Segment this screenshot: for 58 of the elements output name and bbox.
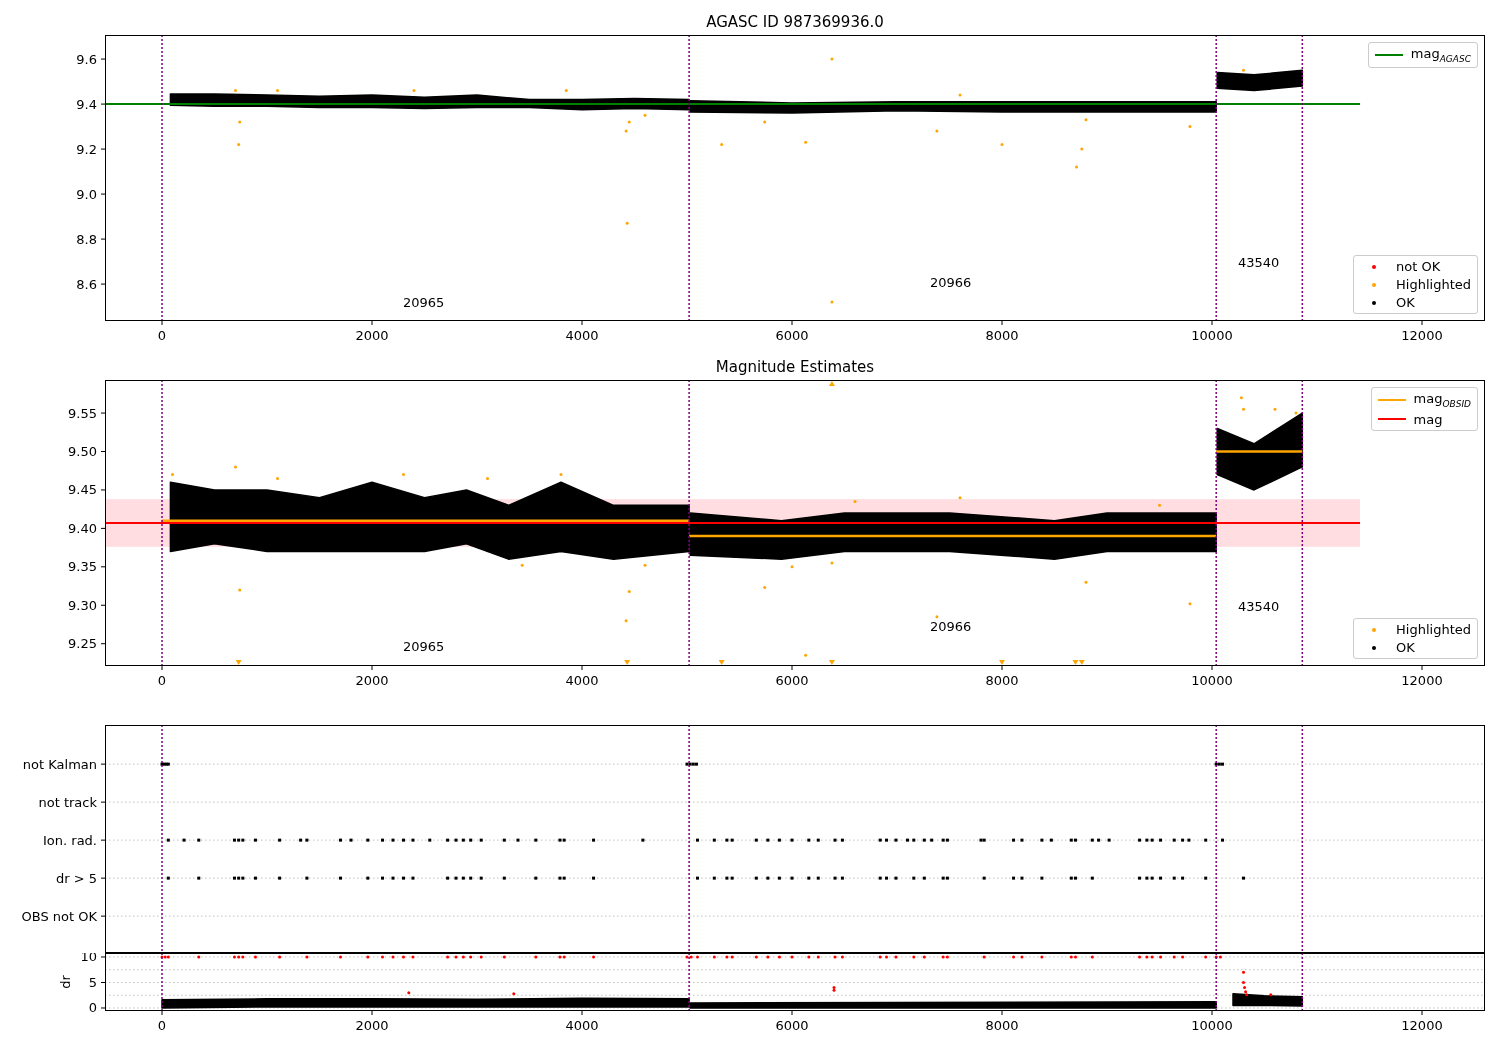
tick-label: 9.45 bbox=[68, 482, 97, 498]
legend-label: OK bbox=[1396, 640, 1415, 655]
tick-label: 12000 bbox=[1401, 673, 1443, 688]
tick-label: 9.35 bbox=[68, 559, 97, 575]
tick-label: 9.0 bbox=[76, 186, 97, 202]
segment-label: 20966 bbox=[930, 619, 972, 635]
tick-label: 4000 bbox=[565, 328, 599, 343]
tick-label: 9.2 bbox=[76, 141, 97, 157]
tick-label: 8000 bbox=[985, 328, 1019, 343]
tick-label: 10000 bbox=[1191, 1018, 1233, 1033]
tick-label: 2000 bbox=[355, 673, 389, 688]
tick-label: 6000 bbox=[775, 328, 809, 343]
tick-label: 9.30 bbox=[68, 597, 97, 613]
tick-label: 9.50 bbox=[68, 444, 97, 459]
chart-title: AGASC ID 987369936.0 bbox=[706, 13, 884, 31]
tick-label: 12000 bbox=[1401, 328, 1443, 343]
tick-label: 5 bbox=[88, 975, 97, 990]
axis-label: dr bbox=[58, 975, 73, 989]
tick-label: 9.4 bbox=[76, 96, 97, 112]
tick-label: 9.6 bbox=[76, 51, 97, 67]
segment-label: 20965 bbox=[403, 639, 445, 655]
tick-label: 9.40 bbox=[68, 520, 97, 536]
legend-label: not OK bbox=[1396, 259, 1441, 274]
tick-label: 8000 bbox=[985, 673, 1019, 688]
tick-label: 2000 bbox=[355, 1018, 389, 1033]
tick-label: 10000 bbox=[1191, 673, 1233, 688]
legend-label: Highlighted bbox=[1396, 277, 1471, 292]
segment-label: 20965 bbox=[403, 294, 445, 310]
tick-label: 0 bbox=[157, 1018, 167, 1033]
tick-label: 10000 bbox=[1191, 328, 1233, 343]
tick-label: 6000 bbox=[775, 1018, 809, 1033]
legend-label: OK bbox=[1396, 295, 1415, 310]
tick-label: 8.8 bbox=[76, 231, 97, 247]
tick-label: 8000 bbox=[985, 1018, 1019, 1033]
tick-label: 9.25 bbox=[68, 636, 97, 652]
legend-label: mag bbox=[1413, 411, 1443, 427]
tick-label: dr > 5 bbox=[55, 870, 97, 886]
tick-label: not track bbox=[38, 794, 97, 810]
legend-label: mag$_{AGASC}$ bbox=[1410, 46, 1471, 64]
tick-label: 8.6 bbox=[76, 276, 97, 292]
tick-label: 2000 bbox=[355, 328, 389, 343]
tick-label: 12000 bbox=[1401, 1018, 1443, 1033]
segment-label: 43540 bbox=[1238, 255, 1280, 270]
tick-label: Ion. rad. bbox=[43, 832, 97, 848]
tick-label: 4000 bbox=[565, 673, 599, 688]
legend-label: mag$_{OBSID}$ bbox=[1413, 391, 1471, 409]
legend-label: Highlighted bbox=[1396, 622, 1471, 637]
tick-label: 6000 bbox=[775, 673, 809, 688]
chart-title: Magnitude Estimates bbox=[715, 358, 875, 376]
segment-label: 20966 bbox=[930, 275, 972, 290]
tick-label: OBS not OK bbox=[21, 908, 97, 924]
tick-label: 4000 bbox=[565, 1018, 599, 1033]
tick-label: 0 bbox=[157, 673, 167, 688]
tick-label: 9.55 bbox=[68, 405, 97, 421]
segment-label: 43540 bbox=[1238, 599, 1280, 615]
tick-label: not Kalman bbox=[22, 756, 97, 772]
tick-label: 0 bbox=[88, 1000, 97, 1016]
tick-label: 0 bbox=[157, 328, 167, 343]
